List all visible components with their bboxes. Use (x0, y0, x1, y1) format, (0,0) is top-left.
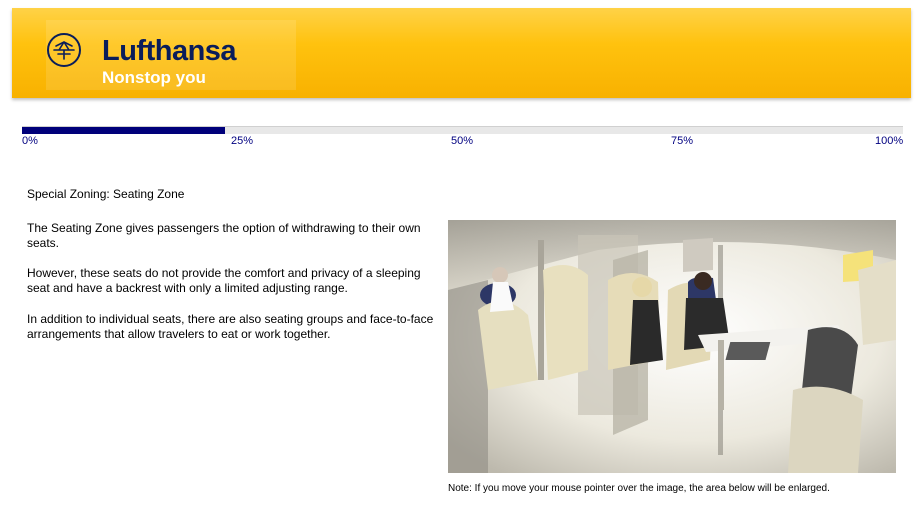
brand-name: Lufthansa (102, 35, 237, 67)
section-title: Special Zoning: Seating Zone (27, 187, 185, 201)
progress-tick-75: 75% (671, 135, 694, 147)
progress-tick-100: 100% (875, 135, 904, 147)
progress-tick-0: 0% (22, 135, 38, 147)
progress-tick-25: 25% (231, 135, 254, 147)
progress-fill (22, 127, 225, 134)
cabin-scene-graphic (448, 220, 896, 473)
image-enlarge-note: Note: If you move your mouse pointer ove… (448, 483, 830, 494)
paragraph-limitations: However, these seats do not provide the … (27, 266, 421, 295)
crane-logo-icon (47, 33, 81, 67)
paragraph-intro: The Seating Zone gives passengers the op… (27, 221, 421, 250)
brand-tagline: Nonstop you (102, 68, 206, 87)
header-banner: Lufthansa Nonstop you (12, 8, 911, 98)
progress-tick-50: 50% (451, 135, 474, 147)
seating-zone-illustration[interactable] (448, 220, 896, 473)
progress-bar (22, 126, 903, 134)
paragraph-seating-groups: In addition to individual seats, there a… (27, 312, 434, 341)
